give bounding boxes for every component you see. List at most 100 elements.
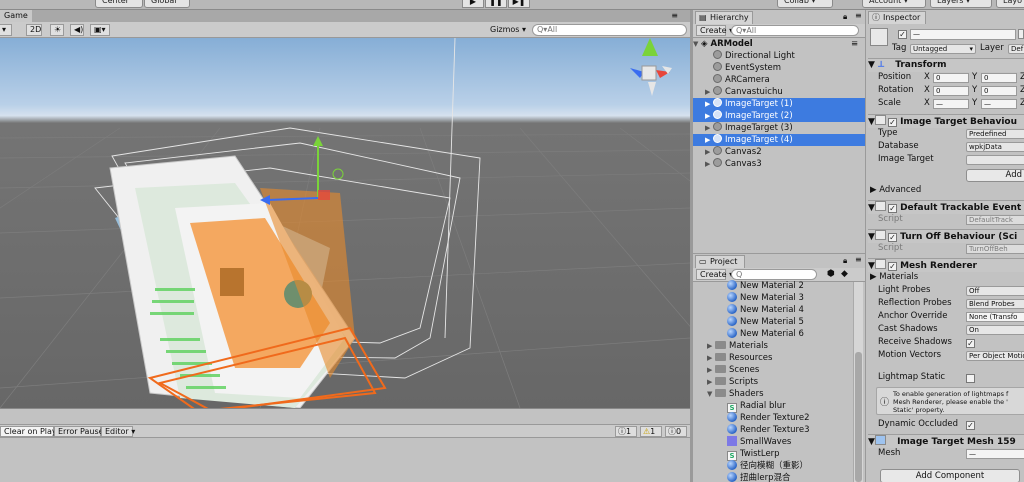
- expand-arrow-icon[interactable]: ▼: [707, 388, 715, 400]
- project-item[interactable]: New Material 4: [693, 304, 853, 316]
- expand-arrow-icon[interactable]: ▶: [707, 340, 715, 352]
- position-y-field[interactable]: 0: [981, 73, 1017, 83]
- advanced-foldout[interactable]: ▶ Advanced: [870, 184, 921, 197]
- mesh-renderer-header[interactable]: ▼ ✓ Mesh Renderer: [868, 258, 1024, 272]
- project-item[interactable]: ▶ Materials: [693, 340, 853, 352]
- hierarchy-item[interactable]: ▶ ImageTarget (1): [693, 98, 865, 110]
- view-orientation-gizmo[interactable]: [630, 38, 672, 96]
- turn-off-behaviour-header[interactable]: ▼ ✓ Turn Off Behaviour (Sci: [868, 229, 1024, 243]
- tag-dropdown[interactable]: Untagged ▾: [910, 44, 976, 54]
- hierarchy-item[interactable]: ARCamera: [693, 74, 865, 86]
- clear-on-play-toggle[interactable]: Clear on Play: [0, 426, 57, 437]
- scene-view[interactable]: [0, 38, 690, 408]
- project-menu-icon[interactable]: ≡: [855, 255, 862, 264]
- pause-button[interactable]: ❚❚: [485, 0, 507, 8]
- expand-arrow-icon[interactable]: ▶: [707, 376, 715, 388]
- foldout-arrow-icon[interactable]: ▼: [868, 261, 875, 271]
- panel-menu-icon[interactable]: ≡: [855, 11, 862, 20]
- 2d-mode-toggle[interactable]: 2D: [26, 24, 42, 36]
- lock-icon[interactable]: 🔒︎: [843, 12, 847, 22]
- project-scrollbar-thumb[interactable]: [855, 352, 862, 482]
- project-item[interactable]: SmallWaves: [693, 436, 853, 448]
- collab-button[interactable]: Collab ▾: [777, 0, 833, 8]
- hierarchy-item[interactable]: ▶ Canvastuichu: [693, 86, 865, 98]
- filter-by-type-icon[interactable]: ⬢: [827, 269, 835, 279]
- database-dropdown[interactable]: wpkjData: [966, 142, 1024, 152]
- hierarchy-item[interactable]: ▶ ImageTarget (2): [693, 110, 865, 122]
- image-target-enabled-checkbox[interactable]: ✓: [887, 118, 897, 127]
- layers-dropdown[interactable]: Layers ▾: [930, 0, 992, 8]
- expand-arrow-icon[interactable]: ▶: [707, 364, 715, 376]
- hierarchy-item[interactable]: ▶ ImageTarget (4): [693, 134, 865, 146]
- transform-header[interactable]: ▼ ⟂ Transform: [868, 58, 1024, 72]
- project-item[interactable]: New Material 6: [693, 328, 853, 340]
- turn-off-enabled-checkbox[interactable]: ✓: [887, 233, 897, 242]
- scale-x-field[interactable]: —: [933, 99, 969, 109]
- image-target-behaviour-header[interactable]: ▼ ✓ Image Target Behaviou: [868, 114, 1024, 128]
- position-x-field[interactable]: 0: [933, 73, 969, 83]
- image-target-mesh-header[interactable]: ▼ Image Target Mesh 159: [868, 434, 1024, 448]
- project-create-button[interactable]: Create ▾: [696, 269, 733, 280]
- info-count-toggle[interactable]: ⓘ1: [615, 426, 637, 437]
- project-item[interactable]: ▶ Scenes: [693, 364, 853, 376]
- foldout-arrow-icon[interactable]: ▼: [868, 117, 875, 127]
- hierarchy-item[interactable]: ▶ Canvas2: [693, 146, 865, 158]
- cast-shadows-dropdown[interactable]: On: [966, 325, 1024, 335]
- project-item[interactable]: Render Texture3: [693, 424, 853, 436]
- tab-game[interactable]: Game: [0, 10, 32, 22]
- hierarchy-item[interactable]: ▶ ImageTarget (3): [693, 122, 865, 134]
- warning-count-toggle[interactable]: ⚠1: [640, 426, 662, 437]
- gizmos-dropdown[interactable]: Gizmos ▾: [490, 24, 526, 36]
- scene-canvas[interactable]: [0, 38, 690, 408]
- materials-foldout[interactable]: ▶ Materials: [870, 271, 918, 284]
- mesh-renderer-enabled-checkbox[interactable]: ✓: [887, 262, 897, 271]
- scene-root-row[interactable]: ▼ ◈ ARModel ≡: [693, 38, 865, 50]
- expand-arrow-icon[interactable]: ▶: [705, 110, 713, 122]
- type-dropdown[interactable]: Predefined: [966, 129, 1024, 139]
- dynamic-occluded-checkbox[interactable]: ✓: [966, 421, 975, 430]
- foldout-arrow-icon[interactable]: ▼: [868, 232, 875, 242]
- tab-project[interactable]: ▭ Project: [695, 255, 745, 268]
- expand-arrow-icon[interactable]: ▼: [693, 38, 701, 50]
- rotation-x-field[interactable]: 0: [933, 86, 969, 96]
- light-probes-dropdown[interactable]: Off: [966, 286, 1024, 296]
- project-item[interactable]: Render Texture2: [693, 412, 853, 424]
- expand-arrow-icon[interactable]: ▶: [705, 134, 713, 146]
- pivot-center-button[interactable]: Center: [95, 0, 143, 8]
- hierarchy-item[interactable]: EventSystem: [693, 62, 865, 74]
- foldout-arrow-icon[interactable]: ▼: [868, 437, 875, 447]
- default-trackable-script-field[interactable]: DefaultTrack: [966, 215, 1024, 225]
- tab-inspector[interactable]: ⓘ Inspector: [868, 11, 926, 24]
- lightmap-static-checkbox[interactable]: [966, 374, 975, 383]
- project-item[interactable]: S Radial blur: [693, 400, 853, 413]
- hierarchy-item[interactable]: ▶ Canvas3: [693, 158, 865, 170]
- expand-arrow-icon[interactable]: ▶: [705, 122, 713, 134]
- expand-arrow-icon[interactable]: ▶: [707, 352, 715, 364]
- static-checkbox[interactable]: [1018, 29, 1024, 39]
- image-target-dropdown[interactable]: [966, 155, 1024, 165]
- expand-arrow-icon[interactable]: ▶: [705, 146, 713, 158]
- scale-y-field[interactable]: —: [981, 99, 1017, 109]
- tab-menu-icon[interactable]: ≡: [671, 11, 678, 20]
- expand-arrow-icon[interactable]: ▶: [705, 158, 713, 170]
- audio-toggle-icon[interactable]: ◀): [70, 24, 84, 36]
- motion-vectors-dropdown[interactable]: Per Object Motio: [966, 351, 1024, 361]
- receive-shadows-checkbox[interactable]: ✓: [966, 339, 975, 348]
- play-button[interactable]: ▶: [462, 0, 484, 8]
- project-item[interactable]: New Material 2: [693, 280, 853, 292]
- anchor-override-field[interactable]: None (Transfo: [966, 312, 1024, 322]
- filter-by-label-icon[interactable]: ◆: [841, 269, 848, 279]
- active-checkbox[interactable]: ✓: [898, 30, 907, 39]
- hierarchy-item[interactable]: Directional Light: [693, 50, 865, 62]
- project-item[interactable]: New Material 5: [693, 316, 853, 328]
- pivot-global-button[interactable]: Global: [144, 0, 190, 8]
- editor-dropdown[interactable]: Editor ▾: [101, 426, 135, 437]
- mesh-field[interactable]: —: [966, 449, 1024, 459]
- layout-dropdown[interactable]: Layo: [996, 0, 1024, 8]
- scene-menu-icon[interactable]: ≡: [851, 38, 858, 50]
- layer-dropdown[interactable]: Def: [1008, 44, 1024, 54]
- gameobject-name-field[interactable]: —: [910, 29, 1016, 40]
- project-item[interactable]: S TwistLerp: [693, 448, 853, 461]
- account-button[interactable]: Account ▾: [862, 0, 926, 8]
- hierarchy-create-button[interactable]: Create ▾: [696, 25, 733, 36]
